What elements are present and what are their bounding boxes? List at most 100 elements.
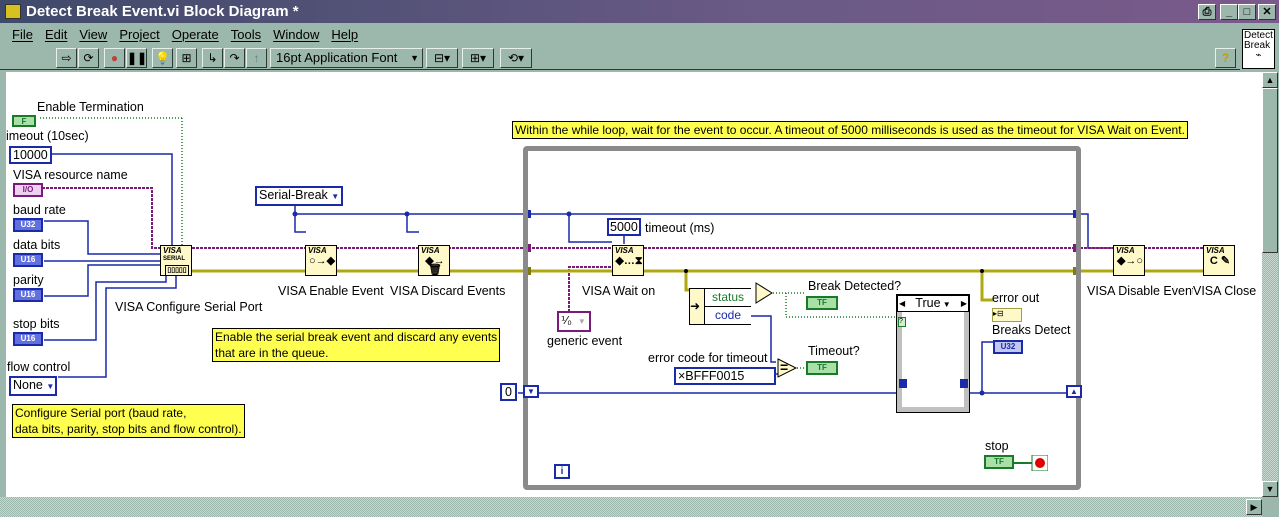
visa-discard-events-node[interactable]: VISA ◆→🗑: [418, 245, 450, 276]
visa-enable-event-node[interactable]: VISA ○→◆: [305, 245, 337, 276]
scroll-up-button[interactable]: ▲: [1262, 72, 1278, 88]
retain-wire-values-icon[interactable]: ⊞: [176, 48, 197, 68]
generic-event-constant[interactable]: ⅟₀ ▼: [557, 311, 591, 332]
horizontal-scrollbar[interactable]: ▶: [0, 497, 1262, 517]
configure-node-label: VISA Configure Serial Port: [115, 300, 263, 314]
stop-label: stop: [985, 439, 1009, 453]
scroll-right-button[interactable]: ▶: [1246, 499, 1262, 515]
baud-rate-label: baud rate: [13, 203, 66, 217]
font-select[interactable]: 16pt Application Font ▼: [270, 48, 423, 68]
breaks-detected-indicator[interactable]: U32: [993, 340, 1023, 354]
menu-window[interactable]: Window: [273, 27, 319, 42]
comment-loop: Within the while loop, wait for the even…: [512, 121, 1188, 139]
comment-configure: Configure Serial port (baud rate, data bi…: [12, 404, 245, 438]
menu-view[interactable]: View: [79, 27, 107, 42]
equal-icon: =: [780, 359, 789, 375]
breaks-detected-label: Breaks Detect: [992, 323, 1071, 337]
visa-wait-on-event-node[interactable]: VISA ◆…⧗: [612, 245, 644, 276]
error-code-timeout-constant[interactable]: ×BFFF0015: [674, 367, 776, 385]
case-selector-terminal: ?: [898, 317, 906, 327]
shift-register-right[interactable]: ▲: [1066, 385, 1082, 398]
case-structure[interactable]: [896, 294, 970, 413]
timeout-constant[interactable]: 10000: [9, 146, 52, 164]
wait-timeout-constant[interactable]: 5000: [607, 218, 641, 236]
unbundle-by-name-node[interactable]: ➜ status code: [689, 288, 751, 325]
flow-control-select[interactable]: None ▼: [9, 376, 57, 396]
enable-node-label: VISA Enable Event: [278, 284, 384, 298]
title-bar: Detect Break Event.vi Block Diagram *: [0, 0, 1279, 23]
break-detected-indicator[interactable]: TF: [806, 296, 838, 310]
help-button[interactable]: ?: [1215, 48, 1236, 68]
visa-disable-event-node[interactable]: VISA ◆→○: [1113, 245, 1145, 276]
shift-register-left[interactable]: ▼: [523, 385, 539, 398]
menu-tools[interactable]: Tools: [231, 27, 261, 42]
window-title: Detect Break Event.vi Block Diagram *: [26, 3, 299, 20]
toolbar: ⇨ ⟳ ● ❚❚ 💡 ⊞ ↳ ↷ ↑ 16pt Application Font…: [0, 46, 1240, 70]
unbundle-status: status: [704, 289, 751, 307]
pause-icon[interactable]: ❚❚: [126, 48, 147, 68]
reorder-icon[interactable]: ⟲▾: [500, 48, 532, 68]
menu-operate[interactable]: Operate: [172, 27, 219, 42]
stop-bits-control[interactable]: U16: [13, 332, 43, 346]
block-diagram-canvas[interactable]: Enable Termination F imeout (10sec) 1000…: [6, 72, 1262, 497]
timeout-indicator[interactable]: TF: [806, 361, 838, 375]
unbundle-arrow-icon: ➜: [690, 299, 701, 313]
menu-help[interactable]: Help: [331, 27, 358, 42]
enable-termination-constant[interactable]: F: [12, 115, 36, 127]
wait-node-label: VISA Wait on: [582, 284, 656, 298]
stop-wire: [1014, 455, 1048, 471]
menu-project[interactable]: Project: [119, 27, 159, 42]
visa-close-node[interactable]: VISA C ✎: [1203, 245, 1235, 276]
menu-file[interactable]: File: [12, 27, 33, 42]
resource-name-control[interactable]: I/O: [13, 183, 43, 197]
minimize-button[interactable]: _: [1220, 4, 1238, 20]
align-objects-icon[interactable]: ⊟▾: [426, 48, 458, 68]
close-node-label: VISA Close: [1193, 284, 1257, 298]
error-code-timeout-label: error code for timeout: [648, 351, 768, 365]
data-bits-control[interactable]: U16: [13, 253, 43, 267]
timeout-indicator-label: Timeout?: [808, 344, 860, 358]
baud-rate-control[interactable]: U32: [13, 218, 43, 232]
abort-icon[interactable]: ●: [104, 48, 125, 68]
print-button[interactable]: ⎙: [1198, 4, 1216, 20]
parity-control[interactable]: U16: [13, 288, 43, 302]
vertical-scroll-thumb[interactable]: [1262, 88, 1278, 253]
maximize-button[interactable]: □: [1238, 4, 1256, 20]
menu-bar: File Edit View Project Operate Tools Window Hel…: [6, 24, 364, 46]
step-out-icon[interactable]: ↑: [246, 48, 267, 68]
timeout-label: imeout (10sec): [6, 129, 89, 143]
case-tunnel-out: [960, 379, 968, 388]
visa-configure-serial-node[interactable]: VISA SERIAL ▯▯▯▯▯: [160, 245, 192, 276]
break-detected-label: Break Detected?: [808, 279, 902, 293]
distribute-objects-icon[interactable]: ⊞▾: [462, 48, 494, 68]
shift-register-init-constant[interactable]: 0: [500, 383, 517, 401]
vi-icon[interactable]: Detect Break ⌁: [1242, 29, 1275, 69]
labview-icon: [5, 4, 21, 19]
scroll-down-button[interactable]: ▼: [1262, 481, 1278, 497]
vertical-scrollbar[interactable]: ▲ ▼: [1262, 72, 1278, 497]
close-button[interactable]: ✕: [1258, 4, 1276, 20]
case-tunnel-in: [899, 379, 907, 388]
run-arrow-icon[interactable]: ⇨: [56, 48, 77, 68]
menu-edit[interactable]: Edit: [45, 27, 67, 42]
error-out-indicator[interactable]: ▸⊟: [992, 308, 1022, 322]
error-out-label: error out: [992, 291, 1040, 305]
unbundle-code: code: [704, 307, 751, 324]
step-into-icon[interactable]: ↳: [202, 48, 223, 68]
stop-button-terminal[interactable]: TF: [984, 455, 1014, 469]
wait-timeout-label: timeout (ms): [645, 221, 715, 235]
stop-bits-label: stop bits: [13, 317, 60, 331]
discard-node-label: VISA Discard Events: [390, 284, 506, 298]
enable-termination-label: Enable Termination: [37, 100, 144, 114]
run-continuously-icon[interactable]: ⟳: [78, 48, 99, 68]
highlight-execution-icon[interactable]: 💡: [152, 48, 173, 68]
step-over-icon[interactable]: ↷: [224, 48, 245, 68]
comment-enable: Enable the serial break event and discar…: [212, 328, 501, 362]
generic-event-label: generic event: [547, 334, 623, 348]
resource-name-label: VISA resource name: [13, 168, 128, 182]
iteration-terminal: i: [554, 464, 570, 479]
event-type-select[interactable]: Serial-Break ▼: [255, 186, 344, 206]
flow-control-label: flow control: [7, 360, 71, 374]
data-bits-label: data bits: [13, 238, 61, 252]
case-selector[interactable]: ◀ True ▼ ▶: [897, 295, 969, 312]
